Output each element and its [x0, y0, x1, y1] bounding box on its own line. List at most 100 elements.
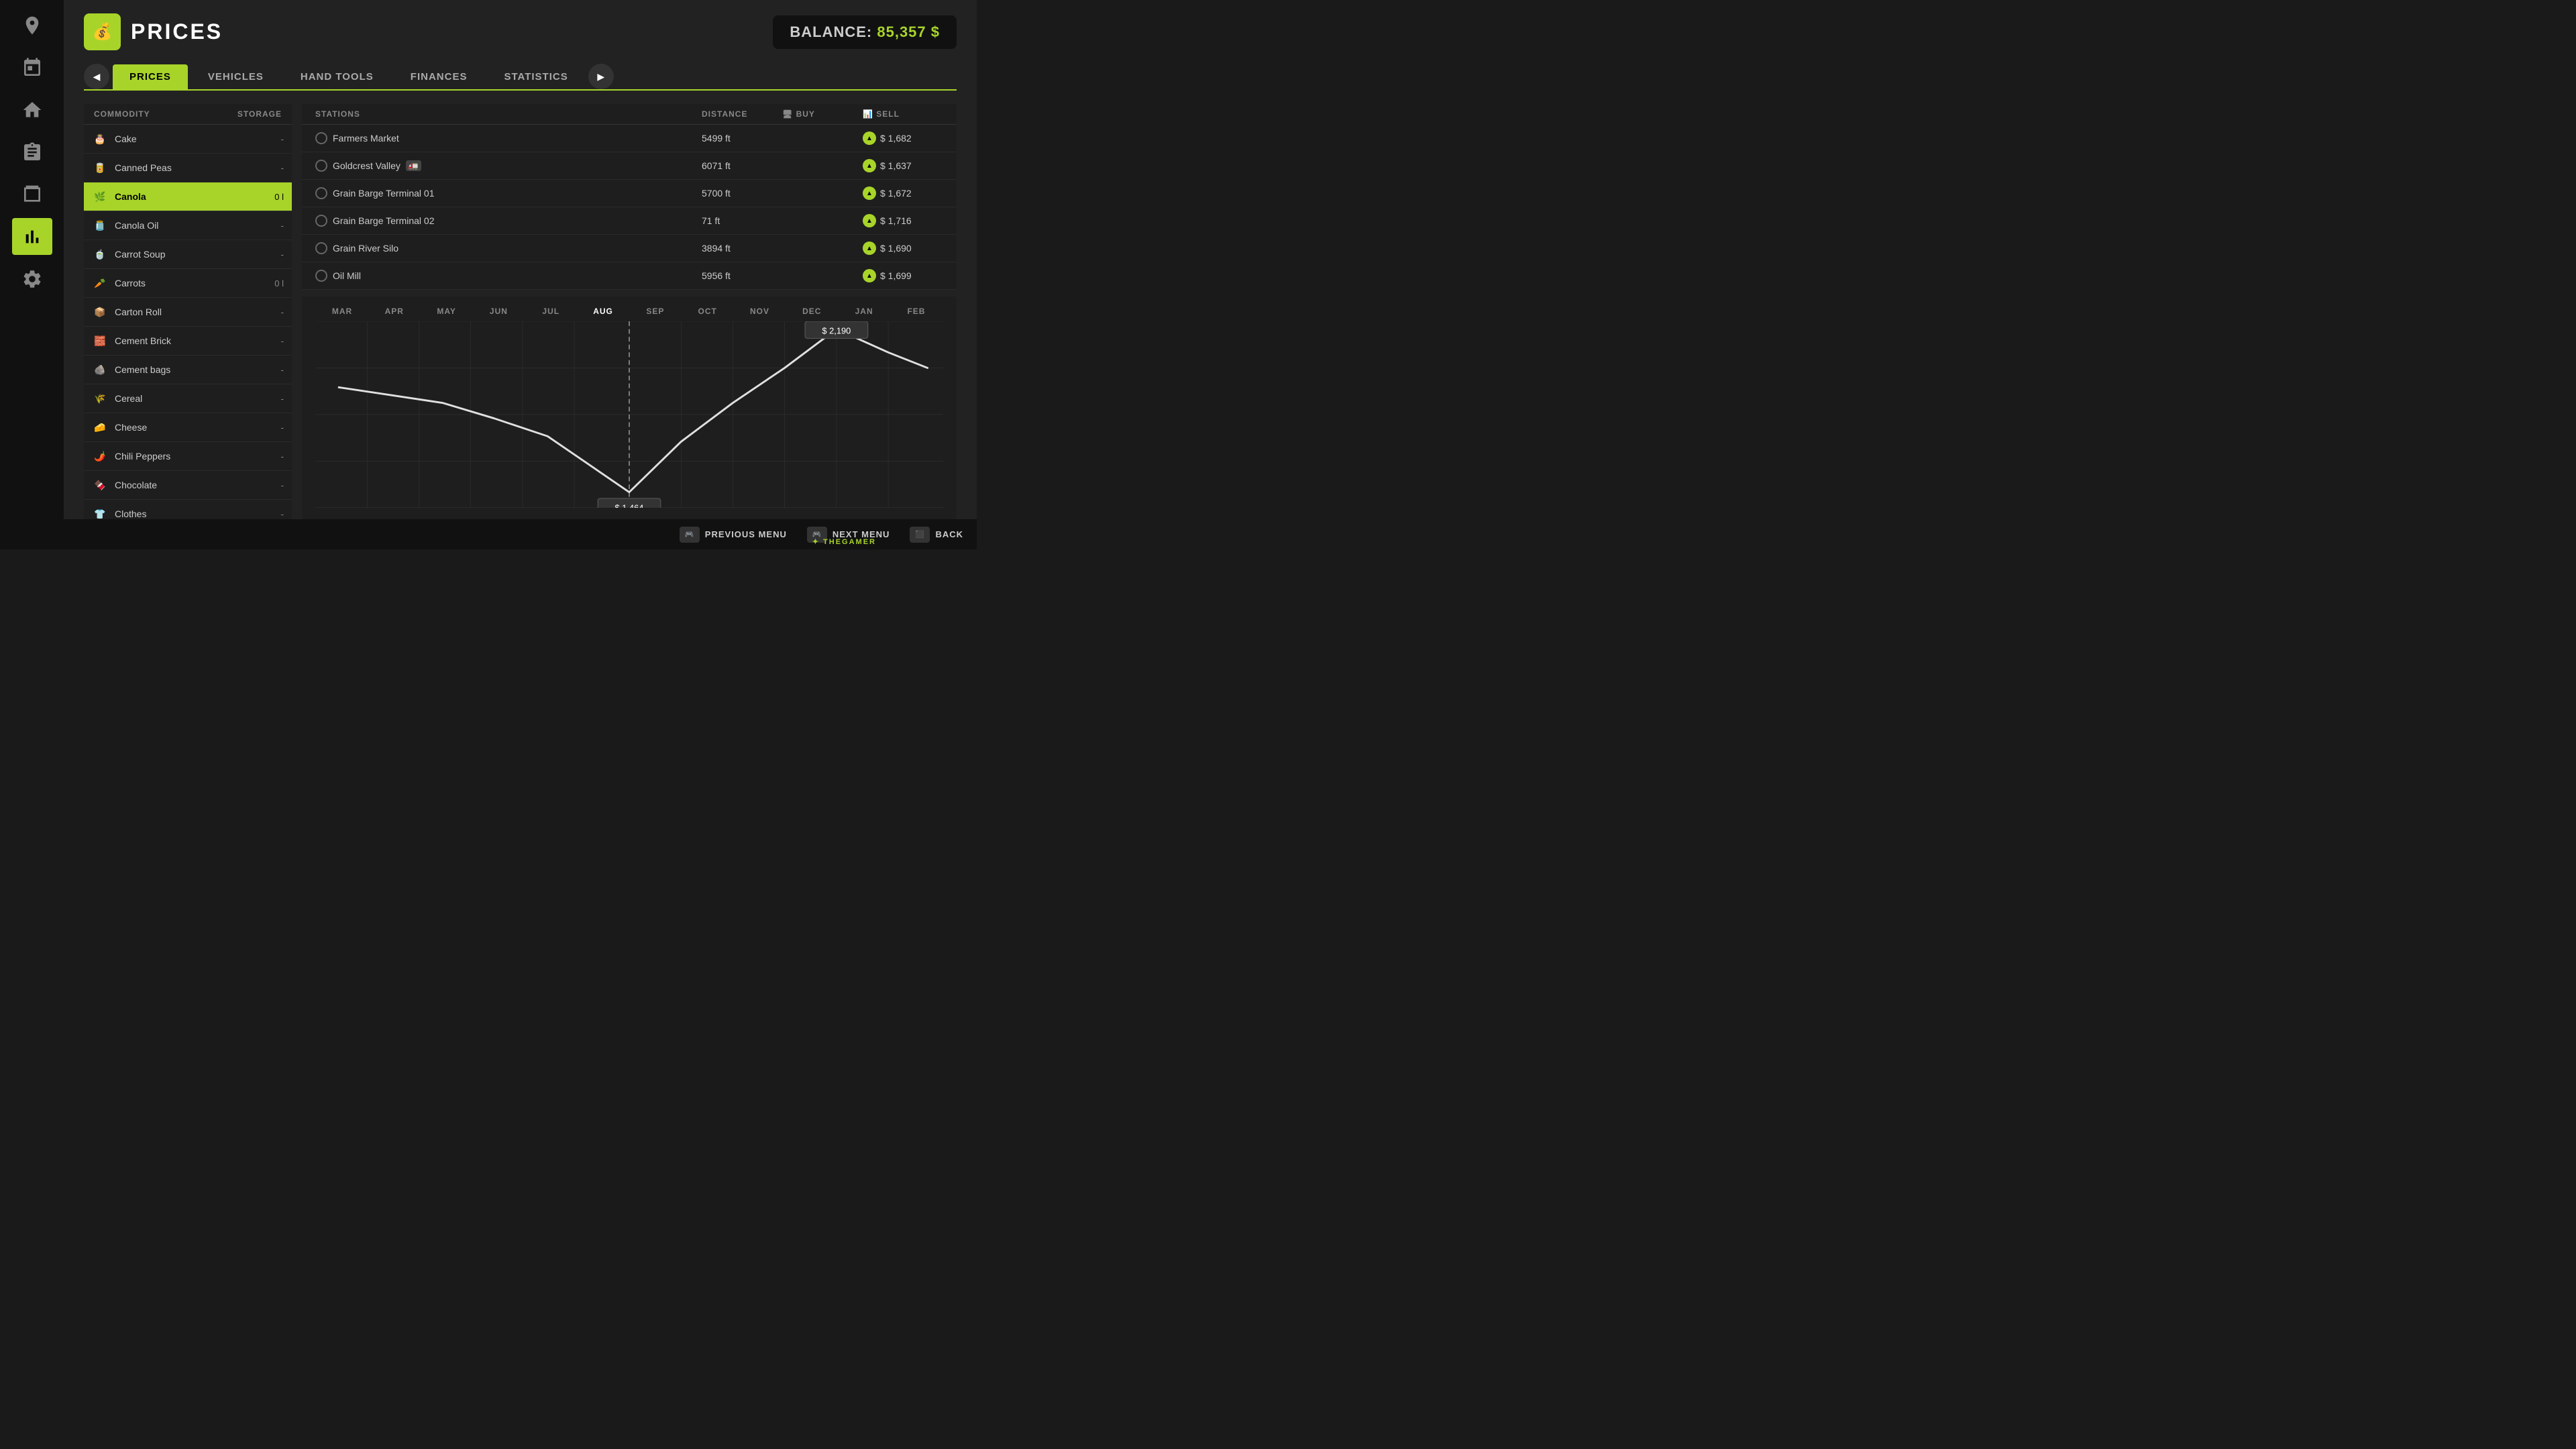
item-icon: 🪨 — [92, 362, 108, 378]
item-name: Cement bags — [115, 364, 264, 375]
col-buy: 🖥 BUY — [782, 109, 863, 119]
prev-menu-label: PREVIOUS MENU — [705, 529, 787, 539]
sidebar-icon-farm[interactable] — [12, 91, 52, 128]
item-storage: - — [264, 307, 284, 317]
chart-month: SEP — [635, 307, 676, 316]
item-storage: - — [264, 509, 284, 519]
table-row[interactable]: Oil Mill 5956 ft ▲ $ 1,699 — [302, 262, 957, 290]
tab-prev-btn[interactable]: ◀ — [84, 64, 109, 89]
tab-finances[interactable]: FINANCES — [394, 64, 484, 89]
table-row[interactable]: Grain River Silo 3894 ft ▲ $ 1,690 — [302, 235, 957, 262]
tab-next-btn[interactable]: ▶ — [588, 64, 614, 89]
item-storage: 0 l — [264, 192, 284, 202]
list-item[interactable]: 📦 Carton Roll - — [84, 298, 292, 327]
chart-area: MAR APR MAY JUN JUL AUG SEP OCT NOV DEC … — [302, 297, 957, 520]
station-name: Oil Mill — [315, 270, 702, 282]
item-storage: - — [264, 250, 284, 260]
item-storage: - — [264, 163, 284, 173]
nav-tabs: ◀ PRICES VEHICLES HAND TOOLS FINANCES ST… — [84, 64, 957, 91]
list-item[interactable]: 👕 Clothes - — [84, 500, 292, 519]
list-item[interactable]: 🥫 Canned Peas - — [84, 154, 292, 182]
station-name: Grain Barge Terminal 02 — [315, 215, 702, 227]
chart-month: FEB — [896, 307, 936, 316]
list-item[interactable]: 🌾 Cereal - — [84, 384, 292, 413]
item-storage: - — [264, 365, 284, 375]
station-badge: 🚛 — [406, 160, 421, 171]
table-row[interactable]: Goldcrest Valley 🚛 6071 ft ▲ $ 1,637 — [302, 152, 957, 180]
item-name: Cake — [115, 133, 264, 144]
list-item[interactable]: 🫙 Canola Oil - — [84, 211, 292, 240]
table-row[interactable]: Farmers Market 5499 ft ▲ $ 1,682 — [302, 125, 957, 152]
station-dot — [315, 132, 327, 144]
list-item[interactable]: 🎂 Cake - — [84, 125, 292, 154]
sell-up-icon: ▲ — [863, 241, 876, 255]
list-item[interactable]: 🍫 Chocolate - — [84, 471, 292, 500]
item-storage: - — [264, 423, 284, 433]
station-distance: 6071 ft — [702, 160, 782, 171]
prices-icon: 💰 — [84, 13, 121, 50]
station-dot — [315, 270, 327, 282]
table-row[interactable]: Grain Barge Terminal 02 71 ft ▲ $ 1,716 — [302, 207, 957, 235]
balance-label: BALANCE: — [790, 23, 872, 40]
list-item[interactable]: 🪨 Cement bags - — [84, 356, 292, 384]
list-item[interactable]: 🍵 Carrot Soup - — [84, 240, 292, 269]
sidebar-icon-chart[interactable] — [12, 218, 52, 255]
list-item[interactable]: 🌶️ Chili Peppers - — [84, 442, 292, 471]
chart-month: MAY — [427, 307, 467, 316]
station-dot — [315, 215, 327, 227]
list-item[interactable]: 🧀 Cheese - — [84, 413, 292, 442]
tab-hand-tools[interactable]: HAND TOOLS — [284, 64, 390, 89]
table-row[interactable]: Grain Barge Terminal 01 5700 ft ▲ $ 1,67… — [302, 180, 957, 207]
sidebar-icon-settings[interactable] — [12, 260, 52, 297]
sidebar-icon-map[interactable] — [12, 7, 52, 44]
stations-header: STATIONS DISTANCE 🖥 BUY 📊 SELL — [302, 104, 957, 125]
bottom-bar: 🎮 PREVIOUS MENU 🎮 NEXT MENU ⬛ BACK ✦ THE… — [64, 519, 977, 549]
back-label: BACK — [935, 529, 963, 539]
page-title: PRICES — [131, 19, 223, 44]
chart-month: JUL — [531, 307, 571, 316]
sidebar-icon-clipboard[interactable] — [12, 133, 52, 170]
station-distance: 71 ft — [702, 215, 782, 226]
chart-month: DEC — [792, 307, 832, 316]
chart-month: MAR — [322, 307, 362, 316]
sell-price: ▲ $ 1,699 — [863, 269, 943, 282]
item-name: Carrots — [115, 278, 264, 288]
tab-statistics[interactable]: STATISTICS — [487, 64, 584, 89]
item-icon: 🧱 — [92, 333, 108, 349]
chart-month: JUN — [478, 307, 519, 316]
sidebar-icon-factory[interactable] — [12, 176, 52, 213]
item-name: Canola Oil — [115, 220, 264, 231]
item-icon: 🌾 — [92, 390, 108, 407]
station-distance: 5499 ft — [702, 133, 782, 144]
prev-menu-button[interactable]: 🎮 PREVIOUS MENU — [680, 527, 787, 543]
sell-price: ▲ $ 1,716 — [863, 214, 943, 227]
tab-prices[interactable]: PRICES — [113, 64, 188, 89]
price-chart: $ 1,464 $ 2,190 — [315, 321, 943, 508]
item-storage: - — [264, 221, 284, 231]
sell-price: ▲ $ 1,672 — [863, 186, 943, 200]
station-name: Farmers Market — [315, 132, 702, 144]
item-storage: - — [264, 480, 284, 490]
list-item[interactable]: 🧱 Cement Brick - — [84, 327, 292, 356]
item-storage: 0 l — [264, 278, 284, 288]
col-storage: STORAGE — [237, 109, 282, 119]
item-icon: 👕 — [92, 506, 108, 519]
item-storage: - — [264, 336, 284, 346]
stations-table: STATIONS DISTANCE 🖥 BUY 📊 SELL Farmers M… — [302, 104, 957, 290]
station-name: Grain Barge Terminal 01 — [315, 187, 702, 199]
sell-up-icon: ▲ — [863, 269, 876, 282]
item-name: Clothes — [115, 508, 264, 519]
back-button[interactable]: ⬛ BACK — [910, 527, 963, 543]
sell-price: ▲ $ 1,690 — [863, 241, 943, 255]
item-name: Cheese — [115, 422, 264, 433]
tab-vehicles[interactable]: VEHICLES — [191, 64, 280, 89]
content-area: COMMODITY STORAGE 🎂 Cake - 🥫 Canned Peas… — [84, 104, 957, 519]
col-commodity: COMMODITY — [94, 109, 237, 119]
svg-text:$ 2,190: $ 2,190 — [822, 326, 851, 336]
sell-up-icon: ▲ — [863, 159, 876, 172]
sidebar-icon-calendar[interactable] — [12, 49, 52, 86]
item-name: Chocolate — [115, 480, 264, 490]
list-item-selected[interactable]: 🌿 Canola 0 l — [84, 182, 292, 211]
list-item[interactable]: 🥕 Carrots 0 l — [84, 269, 292, 298]
station-dot — [315, 160, 327, 172]
